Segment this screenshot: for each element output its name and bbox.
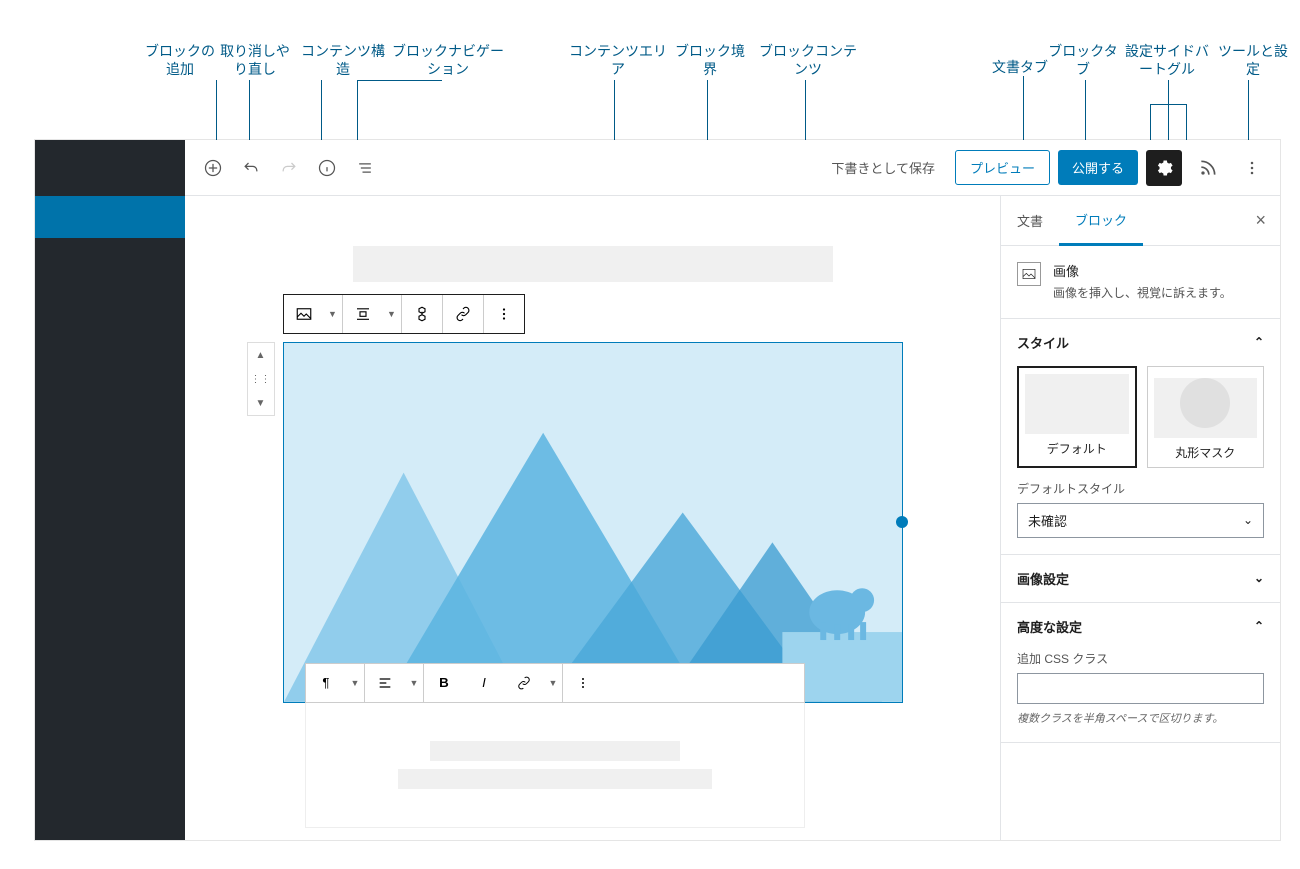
- style-panel-toggle[interactable]: スタイル⌃: [1001, 319, 1280, 366]
- edit-image-button[interactable]: [402, 295, 442, 333]
- add-block-button[interactable]: [195, 150, 231, 186]
- sidebar-tabs: 文書 ブロック ×: [1001, 196, 1280, 246]
- align-button[interactable]: [343, 295, 383, 333]
- style-default[interactable]: デフォルト: [1017, 366, 1137, 468]
- paragraph-toolbar: ¶▼ ▼ B I ▼: [305, 663, 805, 703]
- paragraph-block: ¶▼ ▼ B I ▼: [305, 663, 805, 828]
- resize-handle[interactable]: [896, 516, 908, 528]
- ann-settings-toggle: 設定サイドバートグル: [1122, 42, 1212, 78]
- css-class-input[interactable]: [1017, 673, 1264, 704]
- content-canvas[interactable]: ▲ ⋮⋮ ▼ ▼ ▼: [185, 196, 1000, 840]
- jetpack-icon[interactable]: [1190, 150, 1226, 186]
- ann-block-boundary: ブロック境界: [670, 42, 750, 78]
- image-block-wrapper: ▲ ⋮⋮ ▼ ▼ ▼: [283, 342, 903, 703]
- preview-button[interactable]: プレビュー: [955, 150, 1050, 185]
- style-panel: スタイル⌃ デフォルト 丸形マスク デフォルトスタ: [1001, 319, 1280, 555]
- para-type-button[interactable]: ¶: [306, 664, 346, 702]
- italic-button[interactable]: I: [464, 664, 504, 702]
- image-settings-panel: 画像設定⌄: [1001, 555, 1280, 603]
- editor-app: 下書きとして保存 プレビュー 公開する ▲ ⋮⋮ ▼: [35, 140, 1280, 840]
- block-info: 画像 画像を挿入し、視覚に訴えます。: [1001, 246, 1280, 319]
- ann-content-structure: コンテンツ構造: [298, 42, 388, 78]
- publish-button[interactable]: 公開する: [1058, 150, 1138, 185]
- tab-block[interactable]: ブロック: [1059, 196, 1143, 246]
- editor-frame: 下書きとして保存 プレビュー 公開する ▲ ⋮⋮ ▼: [185, 140, 1280, 840]
- ann-tools-settings: ツールと設定: [1218, 42, 1288, 78]
- link-button[interactable]: [443, 295, 483, 333]
- style-circle[interactable]: 丸形マスク: [1147, 366, 1265, 468]
- move-down-button[interactable]: ▼: [248, 391, 274, 415]
- align-dropdown[interactable]: ▼: [383, 295, 401, 333]
- ann-block-tab: ブロックタブ: [1048, 42, 1118, 78]
- ann-block-nav: ブロックナビゲーション: [388, 42, 508, 78]
- ann-add-block: ブロックの追加: [140, 42, 220, 78]
- title-placeholder[interactable]: [353, 246, 833, 282]
- info-button[interactable]: [309, 150, 345, 186]
- bold-button[interactable]: B: [424, 664, 464, 702]
- block-toolbar: ▼ ▼: [283, 294, 525, 334]
- ann-doc-tab: 文書タブ: [985, 58, 1055, 76]
- block-type-button[interactable]: [284, 295, 324, 333]
- block-mover: ▲ ⋮⋮ ▼: [247, 342, 275, 416]
- save-draft-button[interactable]: 下書きとして保存: [819, 150, 947, 185]
- move-up-button[interactable]: ▲: [248, 343, 274, 367]
- tab-document[interactable]: 文書: [1001, 197, 1059, 244]
- paragraph-content[interactable]: [305, 703, 805, 828]
- advanced-panel-toggle[interactable]: 高度な設定⌃: [1001, 603, 1280, 650]
- ann-undo-redo: 取り消しやり直し: [215, 42, 295, 78]
- settings-sidebar: 文書 ブロック × 画像 画像を挿入し、視覚に訴えます。 スタイル⌃: [1000, 196, 1280, 840]
- image-block[interactable]: [283, 342, 903, 703]
- more-menu-button[interactable]: [1234, 150, 1270, 186]
- advanced-panel: 高度な設定⌃ 追加 CSS クラス 複数クラスを半角スペースで区切ります。: [1001, 603, 1280, 743]
- undo-button[interactable]: [233, 150, 269, 186]
- block-type-dropdown[interactable]: ▼: [324, 295, 342, 333]
- redo-button[interactable]: [271, 150, 307, 186]
- para-link-button[interactable]: [504, 664, 544, 702]
- block-nav-button[interactable]: [347, 150, 383, 186]
- default-style-select[interactable]: 未確認⌄: [1017, 503, 1264, 538]
- image-panel-toggle[interactable]: 画像設定⌄: [1001, 555, 1280, 602]
- close-sidebar-button[interactable]: ×: [1241, 210, 1280, 231]
- default-style-label: デフォルトスタイル: [1017, 480, 1264, 497]
- para-more-button[interactable]: [563, 664, 603, 702]
- block-more-button[interactable]: [484, 295, 524, 333]
- css-class-label: 追加 CSS クラス: [1017, 650, 1264, 667]
- css-hint: 複数クラスを半角スペースで区切ります。: [1017, 710, 1264, 726]
- wp-admin-sidebar: [35, 140, 185, 840]
- ann-content-area: コンテンツエリア: [568, 42, 668, 78]
- editor-toolbar: 下書きとして保存 プレビュー 公開する: [185, 140, 1280, 196]
- settings-toggle-button[interactable]: [1146, 150, 1182, 186]
- block-name: 画像: [1053, 262, 1232, 282]
- ann-block-contents: ブロックコンテンツ: [758, 42, 858, 78]
- drag-handle[interactable]: ⋮⋮: [248, 367, 274, 391]
- para-align-button[interactable]: [365, 664, 405, 702]
- rich-text-dropdown[interactable]: ▼: [544, 664, 562, 702]
- block-description: 画像を挿入し、視覚に訴えます。: [1053, 284, 1232, 302]
- wp-sidebar-active-item[interactable]: [35, 196, 185, 238]
- image-icon: [1017, 262, 1041, 286]
